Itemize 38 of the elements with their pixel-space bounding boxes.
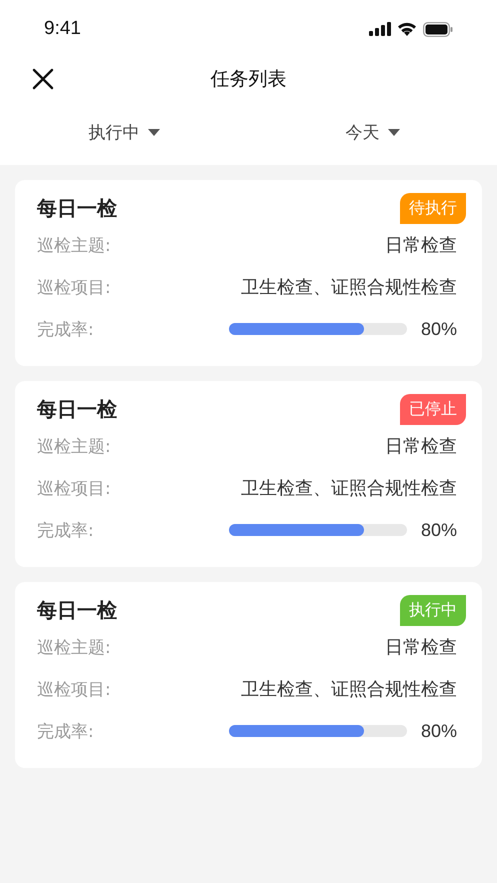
task-card[interactable]: 每日一检 执行中 巡检主题: 日常检查 巡检项目: 卫生检查、证照合规性检查 完成率: 80% xyxy=(15,582,482,768)
task-card[interactable]: 每日一检 已停止 巡检主题: 日常检查 巡检项目: 卫生检查、证照合规性检查 完成率: 80% xyxy=(15,381,482,567)
field-label: 巡检项目: xyxy=(37,478,111,500)
task-title: 每日一检 xyxy=(37,194,117,222)
caret-icon xyxy=(148,129,160,136)
field-value: 卫生检查、证照合规性检查 xyxy=(241,276,457,299)
status-badge: 待执行 xyxy=(400,192,466,224)
field-label: 巡检项目: xyxy=(37,276,111,298)
field-label: 完成率: xyxy=(37,318,94,340)
field-value: 卫生检查、证照合规性检查 xyxy=(241,678,457,701)
filter-dropdown[interactable]: 执行中 xyxy=(0,121,248,144)
battery-icon xyxy=(423,22,453,36)
field-value: 日常检查 xyxy=(385,435,457,458)
field-value: 日常检查 xyxy=(385,234,457,257)
progress-reading: 80% xyxy=(420,318,457,340)
close-icon xyxy=(32,68,54,90)
close-button[interactable] xyxy=(32,68,54,90)
field-value: 卫生检查、证照合规性检查 xyxy=(241,477,457,500)
status-time: 9:41 xyxy=(44,18,81,40)
signal-icon xyxy=(369,22,391,36)
field-label: 巡检项目: xyxy=(37,678,111,700)
progress-reading: 80% xyxy=(420,720,457,742)
field-value: 日常检查 xyxy=(385,636,457,659)
page-title: 任务列表 xyxy=(210,67,286,92)
wifi-icon xyxy=(397,22,417,36)
task-card[interactable]: 每日一检 待执行 巡检主题: 日常检查 巡检项目: 卫生检查、证照合规性检查 完成率: 80% xyxy=(15,180,482,366)
task-title: 每日一检 xyxy=(37,596,117,624)
field-label: 完成率: xyxy=(37,520,94,542)
status-badge: 已停止 xyxy=(400,394,466,424)
status-badge: 执行中 xyxy=(400,594,466,626)
field-label: 巡检主题: xyxy=(37,636,111,658)
field-label: 巡检主题: xyxy=(37,234,111,256)
field-label: 巡检主题: xyxy=(37,436,111,458)
task-title: 每日一检 xyxy=(37,396,117,422)
filter-dropdown[interactable]: 今天 xyxy=(248,121,497,144)
progress-reading: 80% xyxy=(420,520,457,540)
caret-icon xyxy=(388,129,400,136)
field-label: 完成率: xyxy=(37,720,94,742)
